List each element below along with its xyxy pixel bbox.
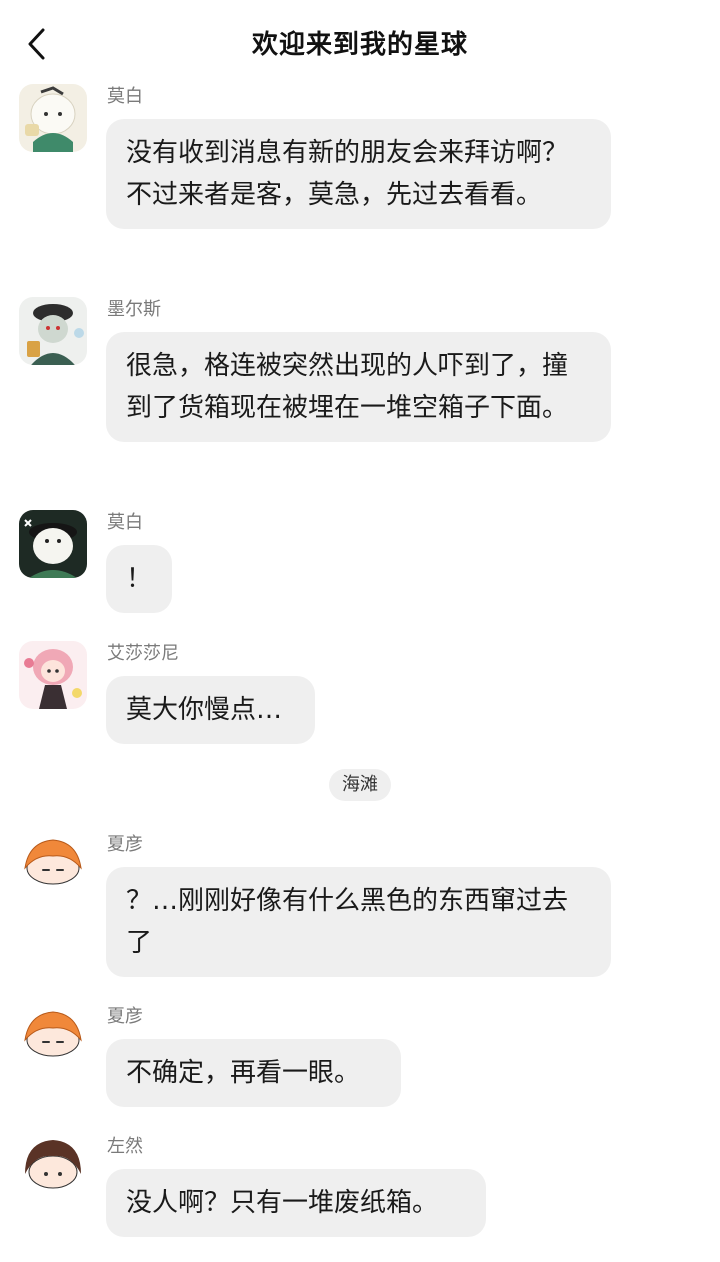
sender-name: 艾莎莎尼 [107, 643, 179, 664]
sender-name: 墨尔斯 [107, 299, 161, 320]
sender-name: 夏彦 [107, 1006, 143, 1027]
message-bubble[interactable]: 不确定，再看一眼。 [106, 1039, 401, 1107]
header: 欢迎来到我的星球 [0, 0, 720, 88]
white-haired-character-avatar[interactable] [19, 84, 87, 152]
sender-name: 夏彦 [107, 834, 143, 855]
orange-haired-character-avatar[interactable] [19, 832, 87, 900]
message-bubble[interactable]: 没有收到消息有新的朋友会来拜访啊？不过来者是客，莫急，先过去看看。 [106, 119, 611, 229]
pink-haired-character-avatar[interactable] [19, 641, 87, 709]
page-title: 欢迎来到我的星球 [251, 30, 468, 60]
orange-haired-character-avatar[interactable] [19, 1004, 87, 1072]
scene-label: 海滩 [329, 769, 391, 801]
scene-divider: 海滩 [0, 769, 720, 801]
green-character-in-hat-avatar[interactable] [19, 297, 87, 365]
sender-name: 左然 [107, 1136, 143, 1157]
brown-haired-character-avatar[interactable] [19, 1134, 87, 1202]
sender-name: 莫白 [107, 86, 143, 107]
message-bubble[interactable]: ！ [106, 545, 172, 613]
message-bubble[interactable]: 很急，格连被突然出现的人吓到了，撞到了货箱现在被埋在一堆空箱子下面。 [106, 332, 611, 442]
message-bubble[interactable]: ？…刚刚好像有什么黑色的东西窜过去了 [106, 867, 611, 977]
sender-name: 莫白 [107, 512, 143, 533]
message-bubble[interactable]: 没人啊？只有一堆废纸箱。 [106, 1169, 486, 1237]
message-bubble[interactable]: 莫大你慢点… [106, 676, 315, 744]
white-bearded-character-avatar[interactable] [19, 510, 87, 578]
